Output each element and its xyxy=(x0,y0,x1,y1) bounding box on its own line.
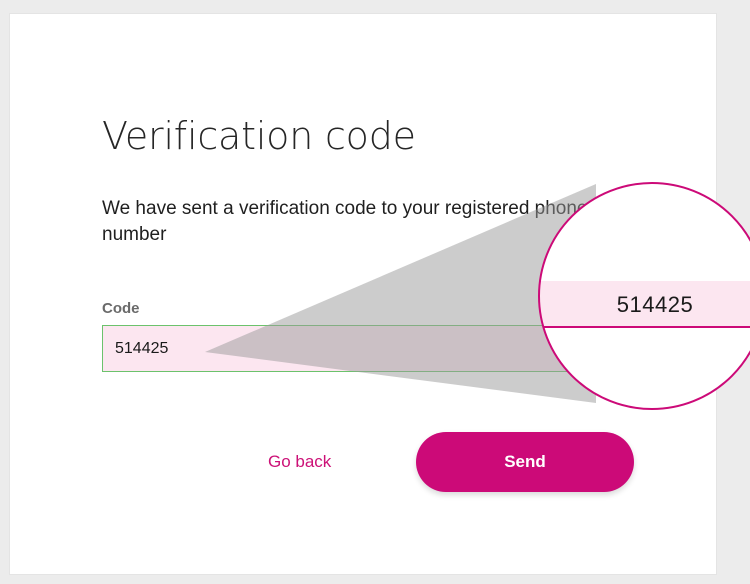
go-back-link[interactable]: Go back xyxy=(268,452,331,472)
page-title: Verification code xyxy=(102,114,416,158)
send-button[interactable]: Send xyxy=(416,432,634,492)
code-input[interactable] xyxy=(102,325,622,372)
code-label: Code xyxy=(102,300,140,317)
verification-description: We have sent a verification code to your… xyxy=(102,198,588,245)
verification-page: Verification code We have sent a verific… xyxy=(0,0,750,584)
